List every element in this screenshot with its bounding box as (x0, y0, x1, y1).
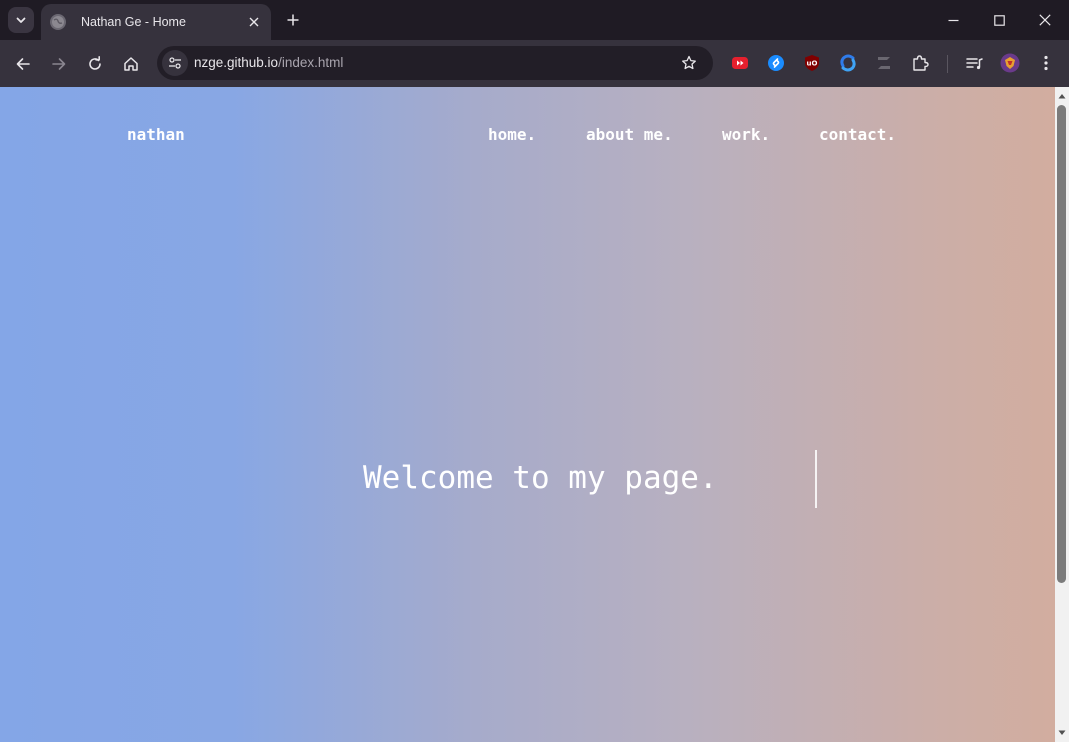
minimize-icon (948, 19, 958, 21)
page-viewport: nathan home. about me. work. contact. We… (0, 87, 1055, 742)
caret-up-icon (1058, 94, 1066, 99)
nav-link-contact[interactable]: contact. (819, 125, 896, 144)
shazam-icon[interactable] (766, 53, 786, 73)
address-bar[interactable]: nzge.github.io/index.html (157, 46, 713, 80)
title-bar: Nathan Ge - Home (0, 0, 1069, 40)
nav-link-about[interactable]: about me. (586, 125, 673, 144)
toolbar-separator (947, 55, 948, 73)
svg-text:uO: uO (807, 60, 818, 68)
puzzle-icon[interactable] (910, 53, 930, 73)
back-button[interactable] (9, 50, 37, 78)
zotero-icon[interactable] (874, 53, 894, 73)
site-info-button[interactable] (162, 50, 188, 76)
star-icon (682, 55, 696, 70)
close-window-button[interactable] (1022, 0, 1068, 40)
scroll-down-button[interactable] (1055, 726, 1069, 740)
reload-icon (89, 56, 101, 70)
active-tab[interactable]: Nathan Ge - Home (41, 4, 271, 40)
youtube-speed-icon[interactable] (730, 53, 750, 73)
page-scrollbar[interactable] (1055, 87, 1069, 742)
ublock-icon[interactable]: uO (802, 53, 822, 73)
back-arrow-icon (16, 58, 30, 70)
plus-icon (287, 14, 299, 26)
site-logo[interactable]: nathan (127, 125, 185, 144)
chevron-down-icon (16, 17, 26, 23)
maximize-icon (993, 14, 1005, 26)
forward-arrow-icon (52, 58, 66, 70)
forward-button[interactable] (45, 50, 73, 78)
typing-caret (815, 450, 817, 508)
close-icon (249, 17, 259, 27)
bookmark-button[interactable] (679, 53, 699, 73)
profile-avatar-icon[interactable] (1000, 53, 1020, 73)
tab-search-button[interactable] (8, 7, 34, 33)
scrollbar-thumb[interactable] (1057, 105, 1066, 583)
caret-down-icon (1058, 730, 1066, 735)
reload-button[interactable] (81, 50, 109, 78)
tune-icon (169, 57, 181, 69)
nav-link-home[interactable]: home. (488, 125, 536, 144)
url-host: nzge.github.io (194, 55, 279, 70)
home-button[interactable] (117, 50, 145, 78)
close-tab-button[interactable] (245, 13, 263, 31)
close-icon (1039, 14, 1051, 26)
media-control-icon[interactable] (964, 53, 984, 73)
minimize-button[interactable] (930, 0, 976, 40)
tab-title: Nathan Ge - Home (81, 15, 186, 29)
new-tab-button[interactable] (281, 8, 305, 32)
url-path: /index.html (278, 55, 344, 70)
home-icon (124, 57, 138, 71)
maximize-button[interactable] (976, 0, 1022, 40)
hero-heading: Welcome to my page. (363, 460, 718, 496)
globe-icon (50, 14, 66, 30)
url-text[interactable]: nzge.github.io/index.html (194, 55, 343, 70)
sync-icon[interactable] (838, 53, 858, 73)
kebab-menu-icon[interactable] (1036, 53, 1056, 73)
browser-toolbar: nzge.github.io/index.html uO (0, 40, 1069, 87)
scroll-up-button[interactable] (1055, 89, 1069, 103)
nav-link-work[interactable]: work. (722, 125, 770, 144)
